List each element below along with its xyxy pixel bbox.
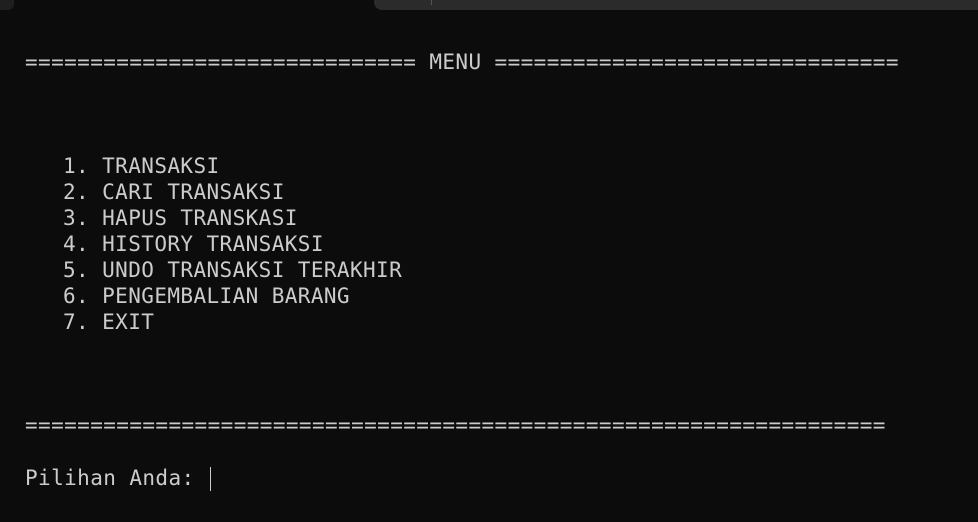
prompt-label: Pilihan Anda: [25,466,208,490]
menu-item-label: CARI TRANSAKSI [102,180,285,204]
menu-item-6: 6. PENGEMBALIAN BARANG [63,283,350,309]
menu-item-number: 6. [63,284,90,308]
menu-item-3: 3. HAPUS TRANSKASI [63,205,298,231]
tab-previous[interactable] [0,0,14,10]
menu-item-number: 4. [63,232,90,256]
menu-item-label: UNDO TRANSAKSI TERAKHIR [102,258,403,282]
menu-item-number: 3. [63,206,90,230]
text-cursor[interactable] [209,467,211,491]
menu-item-label: HAPUS TRANSKASI [102,206,298,230]
tab-divider [431,0,432,5]
input-prompt[interactable]: Pilihan Anda: [25,465,211,491]
menu-item-number: 7. [63,310,90,334]
menu-item-7: 7. EXIT [63,309,154,335]
tab-active[interactable] [374,0,978,10]
menu-item-1: 1. TRANSAKSI [63,153,220,179]
menu-item-label: TRANSAKSI [102,154,220,178]
menu-footer-rule: ========================================… [25,413,886,437]
menu-item-label: HISTORY TRANSAKSI [102,232,324,256]
menu-header-rule: ============================== MENU ====… [25,50,899,74]
menu-item-5: 5. UNDO TRANSAKSI TERAKHIR [63,257,402,283]
menu-item-number: 2. [63,180,90,204]
terminal-window[interactable]: ============================== MENU ====… [0,0,978,522]
menu-item-2: 2. CARI TRANSAKSI [63,179,285,205]
menu-item-number: 5. [63,258,90,282]
menu-item-4: 4. HISTORY TRANSAKSI [63,231,324,257]
menu-item-label: EXIT [102,310,155,334]
menu-item-number: 1. [63,154,90,178]
tab-strip [0,0,978,11]
menu-item-label: PENGEMBALIAN BARANG [102,284,350,308]
